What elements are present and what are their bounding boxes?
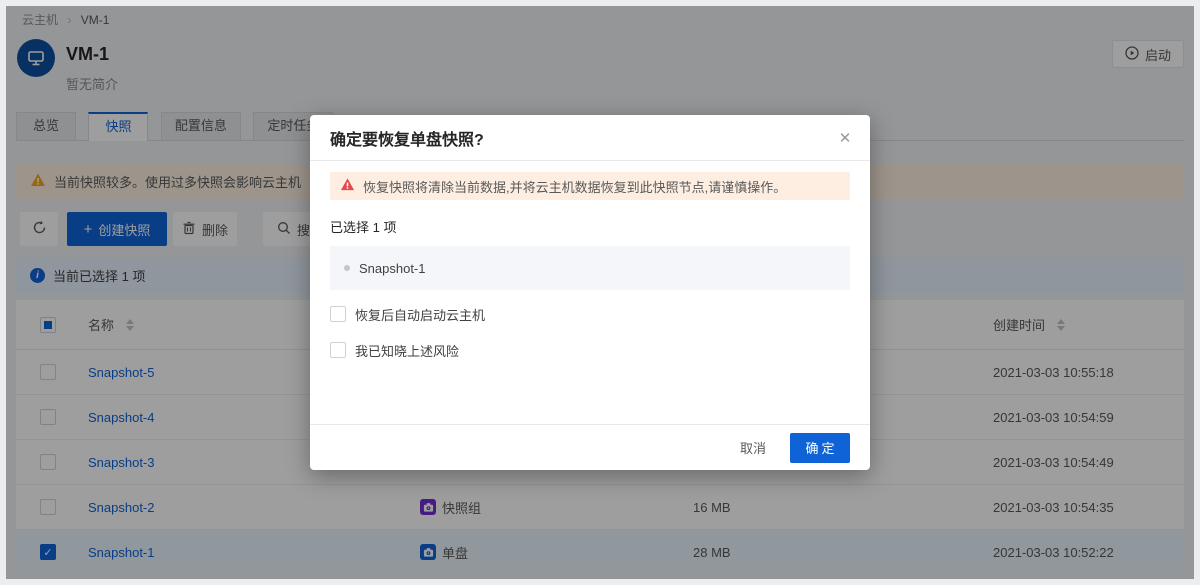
revert-snapshot-dialog: 确定要恢复单盘快照? ✕ 恢复快照将清除当前数据,并将云主机数据恢复到此快照节点…	[310, 115, 870, 470]
bullet-icon	[344, 265, 350, 271]
selected-snapshot-name: Snapshot-1	[359, 261, 426, 276]
dialog-footer: 取消 确定	[310, 424, 870, 470]
danger-alert-banner: 恢复快照将清除当前数据,并将云主机数据恢复到此快照节点,请谨慎操作。	[330, 172, 850, 200]
cancel-button[interactable]: 取消	[740, 438, 766, 457]
app-page: 云主机 › VM-1 VM-1 暂无简介 启动 总览 快照 配置信息 定时任务 …	[6, 6, 1194, 579]
alert-triangle-icon	[340, 177, 355, 195]
confirm-button[interactable]: 确定	[790, 433, 850, 463]
autostart-checkbox-row: 恢复后自动启动云主机	[330, 304, 485, 324]
dialog-title: 确定要恢复单盘快照?	[330, 126, 484, 150]
close-icon[interactable]: ✕	[834, 127, 856, 149]
risk-ack-checkbox-row: 我已知晓上述风险	[330, 340, 459, 360]
selected-count-label: 已选择 1 项	[330, 217, 396, 236]
autostart-checkbox[interactable]	[330, 306, 346, 322]
selected-items-panel: Snapshot-1	[330, 246, 850, 290]
risk-ack-checkbox[interactable]	[330, 342, 346, 358]
dialog-header: 确定要恢复单盘快照? ✕	[310, 115, 870, 161]
